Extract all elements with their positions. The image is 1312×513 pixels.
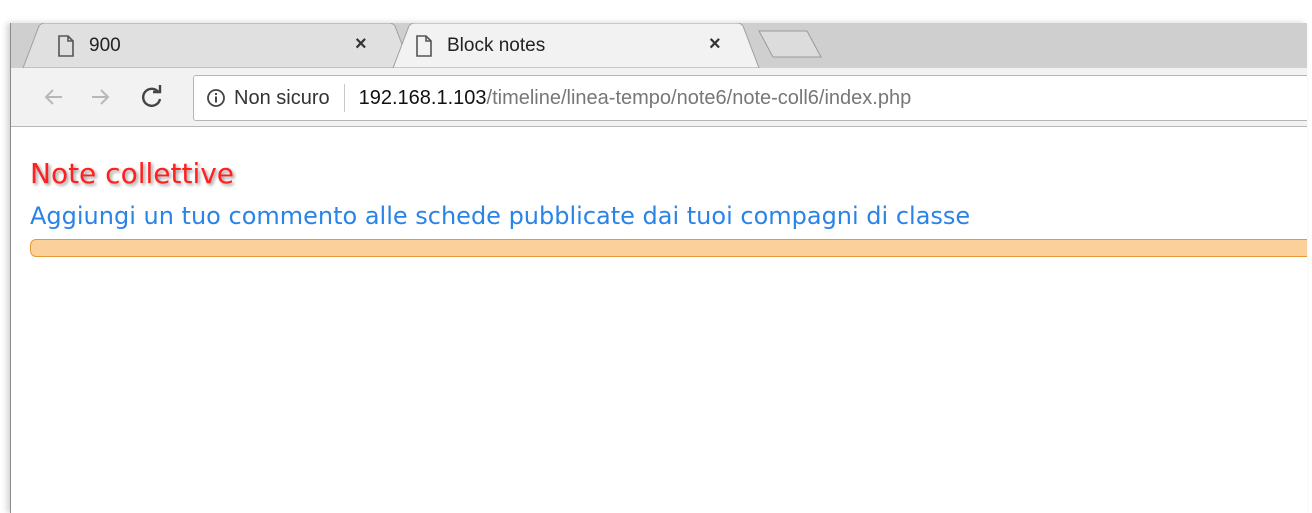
tab-title: Block notes (447, 34, 546, 56)
document-icon (55, 34, 77, 58)
url-host: 192.168.1.103 (358, 86, 487, 109)
security-label: Non sicuro (234, 86, 330, 109)
page-title: Note collettive (30, 157, 235, 190)
url-text[interactable]: 192.168.1.103/timeline/linea-tempo/note6… (359, 87, 912, 110)
reload-button[interactable] (137, 82, 167, 112)
page-content: Note collettive Aggiungi un tuo commento… (11, 127, 1307, 513)
close-tab-icon[interactable]: × (355, 33, 367, 56)
forward-button[interactable] (85, 82, 115, 112)
back-arrow-icon (44, 89, 62, 105)
close-tab-icon[interactable]: × (709, 33, 721, 56)
document-icon (413, 34, 435, 58)
browser-toolbar: Non sicuro 192.168.1.103/timeline/linea-… (11, 68, 1307, 127)
back-button[interactable] (39, 82, 69, 112)
tab-block-notes[interactable]: Block notes × (413, 23, 743, 68)
tab-title: 900 (89, 34, 121, 56)
url-path: /timeline/linea-tempo/note6/note-coll6/i… (486, 86, 912, 109)
info-icon (207, 89, 225, 107)
page-subtitle: Aggiungi un tuo commento alle schede pub… (30, 202, 971, 230)
browser-window: 900 × Block notes × Non sicuro 192.168.1… (10, 23, 1307, 513)
tab-900[interactable]: 900 × (55, 23, 385, 68)
address-bar[interactable]: Non sicuro 192.168.1.103/timeline/linea-… (193, 75, 1307, 121)
new-tab-icon (758, 30, 822, 58)
forward-arrow-icon (92, 89, 110, 105)
security-indicator[interactable]: Non sicuro (194, 84, 345, 112)
reload-icon (142, 85, 162, 107)
orange-divider-bar (30, 239, 1307, 257)
tab-strip: 900 × Block notes × (11, 23, 1307, 68)
